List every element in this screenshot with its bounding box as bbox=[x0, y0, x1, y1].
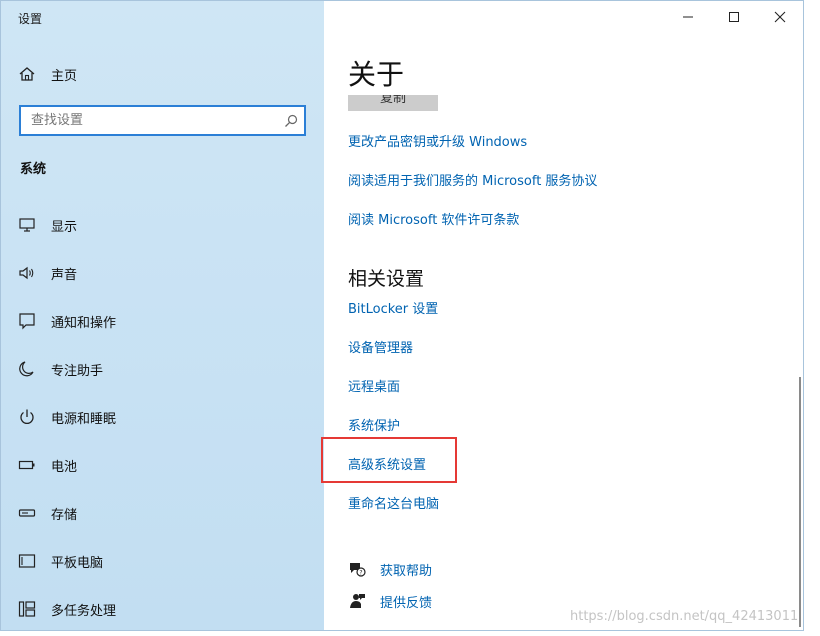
sidebar-item-storage[interactable]: 存储 bbox=[18, 501, 308, 525]
power-icon bbox=[18, 408, 36, 426]
feedback-label: 提供反馈 bbox=[380, 595, 433, 611]
search-box[interactable] bbox=[19, 105, 306, 136]
sidebar-item-label: 电源和睡眠 bbox=[51, 411, 117, 427]
copy-button-label: 复制 bbox=[379, 95, 406, 106]
search-input[interactable] bbox=[21, 107, 281, 134]
get-help-link[interactable]: ? 获取帮助 bbox=[348, 558, 432, 580]
close-icon bbox=[774, 11, 786, 23]
monitor-icon bbox=[18, 216, 36, 234]
minimize-icon bbox=[683, 16, 693, 18]
link-change-product-key[interactable]: 更改产品密钥或升级 Windows bbox=[348, 131, 527, 150]
minimize-button[interactable] bbox=[665, 1, 711, 33]
sidebar-item-focus-assist[interactable]: 专注助手 bbox=[18, 357, 308, 381]
window-controls bbox=[665, 1, 803, 33]
sidebar-item-sound[interactable]: 声音 bbox=[18, 261, 308, 285]
close-button[interactable] bbox=[757, 1, 803, 33]
sidebar-item-label: 电池 bbox=[51, 459, 78, 475]
svg-text:?: ? bbox=[359, 570, 362, 577]
search-icon[interactable] bbox=[284, 113, 298, 127]
watermark: https://blog.csdn.net/qq_42413011 bbox=[570, 609, 799, 624]
home-label: 主页 bbox=[51, 68, 78, 84]
home-icon bbox=[18, 65, 36, 83]
help-chat-icon: ? bbox=[348, 560, 366, 578]
home-nav-item[interactable]: 主页 bbox=[18, 63, 77, 85]
settings-window: 设置 主页 系统 显示 声音 bbox=[0, 0, 804, 631]
page-title: 关于 bbox=[348, 58, 405, 91]
link-rename-pc[interactable]: 重命名这台电脑 bbox=[348, 493, 439, 512]
tablet-icon bbox=[18, 552, 36, 570]
sidebar: 设置 主页 系统 显示 声音 bbox=[1, 1, 324, 630]
copy-button[interactable]: 复制 bbox=[348, 95, 438, 111]
link-remote-desktop[interactable]: 远程桌面 bbox=[348, 376, 400, 395]
sidebar-item-label: 显示 bbox=[51, 219, 78, 235]
sidebar-item-label: 多任务处理 bbox=[51, 603, 117, 619]
scrollbar[interactable] bbox=[799, 377, 801, 627]
link-license-terms[interactable]: 阅读 Microsoft 软件许可条款 bbox=[348, 209, 519, 228]
highlight-box bbox=[321, 437, 457, 483]
get-help-label: 获取帮助 bbox=[380, 563, 433, 579]
sidebar-item-display[interactable]: 显示 bbox=[18, 213, 308, 237]
sidebar-item-battery[interactable]: 电池 bbox=[18, 453, 308, 477]
main-content: 关于 复制 更改产品密钥或升级 Windows 阅读适用于我们服务的 Micro… bbox=[321, 1, 803, 630]
sidebar-item-multitasking[interactable]: 多任务处理 bbox=[18, 597, 308, 621]
maximize-icon bbox=[729, 12, 739, 22]
related-settings-heading: 相关设置 bbox=[348, 268, 425, 290]
notification-icon bbox=[18, 312, 36, 330]
sidebar-item-label: 平板电脑 bbox=[51, 555, 104, 571]
sidebar-item-label: 通知和操作 bbox=[51, 315, 117, 331]
feedback-icon bbox=[348, 592, 366, 610]
storage-icon bbox=[18, 504, 36, 522]
battery-icon bbox=[18, 456, 36, 474]
app-title: 设置 bbox=[18, 12, 43, 26]
speaker-icon bbox=[18, 264, 36, 282]
link-bitlocker[interactable]: BitLocker 设置 bbox=[348, 298, 438, 317]
link-device-manager[interactable]: 设备管理器 bbox=[348, 337, 413, 356]
sidebar-item-power-sleep[interactable]: 电源和睡眠 bbox=[18, 405, 308, 429]
link-service-agreement[interactable]: 阅读适用于我们服务的 Microsoft 服务协议 bbox=[348, 170, 597, 189]
sidebar-item-label: 存储 bbox=[51, 507, 78, 523]
link-system-protection[interactable]: 系统保护 bbox=[348, 415, 400, 434]
maximize-button[interactable] bbox=[711, 1, 757, 33]
sidebar-item-tablet[interactable]: 平板电脑 bbox=[18, 549, 308, 573]
moon-icon bbox=[18, 360, 36, 378]
sidebar-item-label: 专注助手 bbox=[51, 363, 104, 379]
feedback-link[interactable]: 提供反馈 bbox=[348, 590, 432, 612]
multitask-icon bbox=[18, 600, 36, 618]
sidebar-item-notifications[interactable]: 通知和操作 bbox=[18, 309, 308, 333]
sidebar-item-label: 声音 bbox=[51, 267, 78, 283]
section-label-system: 系统 bbox=[20, 162, 47, 177]
